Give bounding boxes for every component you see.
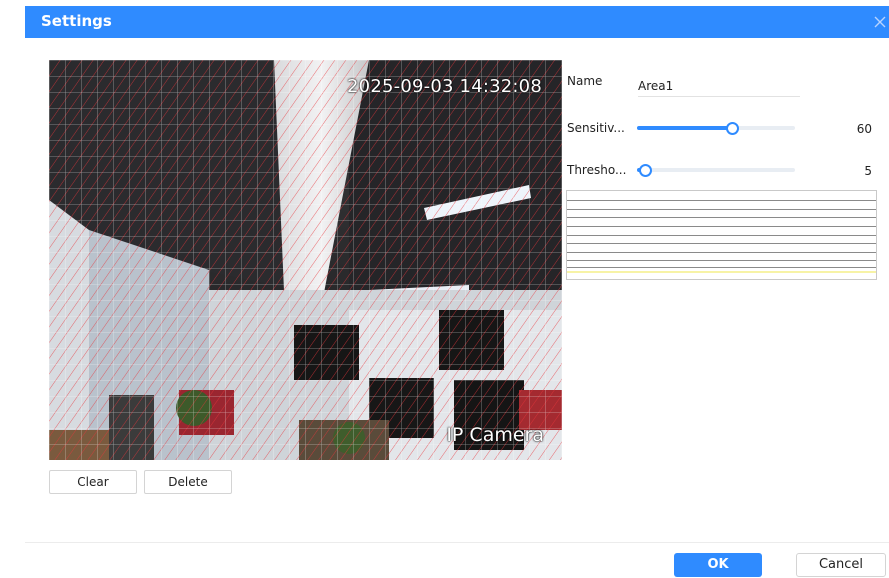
dialog-titlebar: Settings <box>25 6 889 38</box>
settings-dialog: Settings 2025-09-03 14:32:08 IP Camera C… <box>0 0 889 578</box>
graph-line <box>567 209 876 210</box>
sensitivity-value: 60 <box>856 122 872 136</box>
graph-line <box>567 252 876 253</box>
graph-line <box>567 267 876 268</box>
osd-timestamp: 2025-09-03 14:32:08 <box>347 76 542 97</box>
dialog-title: Settings <box>41 12 112 30</box>
delete-button[interactable]: Delete <box>144 470 232 494</box>
name-label: Name <box>567 74 603 88</box>
camera-preview[interactable]: 2025-09-03 14:32:08 IP Camera <box>49 60 562 460</box>
footer-divider <box>25 542 889 543</box>
cancel-button[interactable]: Cancel <box>796 553 886 577</box>
motion-level-graph <box>566 190 877 280</box>
threshold-slider[interactable] <box>637 164 795 177</box>
graph-line <box>567 217 876 218</box>
threshold-value: 5 <box>864 164 872 178</box>
clear-button[interactable]: Clear <box>49 470 137 494</box>
graph-line <box>567 260 876 261</box>
threshold-label: Thresho... <box>567 163 627 177</box>
graph-line <box>567 235 876 236</box>
graph-line <box>567 243 876 244</box>
threshold-thumb[interactable] <box>638 164 652 177</box>
close-icon[interactable] <box>871 13 889 31</box>
graph-line <box>567 200 876 201</box>
sensitivity-slider[interactable] <box>637 122 795 135</box>
sensitivity-fill <box>637 126 732 130</box>
camera-scene <box>49 60 562 460</box>
sensitivity-thumb[interactable] <box>725 122 739 135</box>
sensitivity-label: Sensitiv... <box>567 121 625 135</box>
threshold-line <box>567 271 876 273</box>
graph-line <box>567 226 876 227</box>
name-field[interactable] <box>638 76 800 97</box>
ok-button[interactable]: OK <box>674 553 762 577</box>
osd-camera-label: IP Camera <box>446 424 544 446</box>
